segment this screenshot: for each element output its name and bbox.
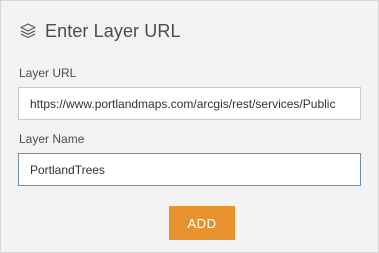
layer-url-label: Layer URL <box>19 66 77 80</box>
panel-header: Enter Layer URL <box>19 17 181 45</box>
layer-name-label: Layer Name <box>19 132 85 146</box>
layer-url-input[interactable] <box>18 87 361 120</box>
panel-title: Enter Layer URL <box>45 20 181 41</box>
layers-icon <box>19 22 37 40</box>
layer-name-input[interactable] <box>18 153 361 186</box>
enter-layer-url-panel: Enter Layer URL Layer URL Layer Name ADD <box>0 0 379 253</box>
add-button[interactable]: ADD <box>169 206 235 240</box>
